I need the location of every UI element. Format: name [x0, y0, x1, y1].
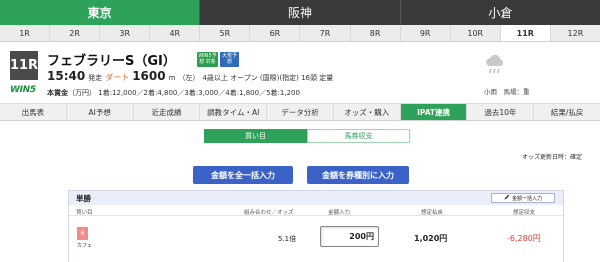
tab-data-analysis[interactable]: データ分析 — [267, 104, 334, 120]
pencil-icon — [504, 194, 510, 202]
table-row: 6 カフェ 5.1倍 200 円 1,020円 -6,280円 — [69, 216, 563, 262]
race-header: 11R WIN5 フェブラリーS（GⅠ） WIN5予想 対象 大荒予想 15:4… — [0, 42, 600, 104]
post-time-suffix: 発走 — [88, 74, 103, 82]
expected-payout: 1,020円 — [414, 234, 448, 243]
race-distance: 1600 — [132, 69, 166, 83]
distance-unit: m — [168, 74, 176, 82]
prize-values: 1着:12,000／2着:4,800／3着:3,000／4着:1,800／5着:… — [98, 89, 300, 97]
bet-odds: 5.1倍 — [278, 235, 297, 243]
race-tab-10[interactable]: 10R — [451, 25, 501, 41]
panel-bulk-input-button[interactable]: 金額一括入力 — [491, 193, 555, 203]
tab-entries[interactable]: 出馬表 — [0, 104, 67, 120]
win5-prediction-badge[interactable]: WIN5予想 対象 — [197, 52, 218, 67]
bet-table-header: 買い目 組み合わせ／オッズ 金額入力 想定払戻 想定収支 — [69, 205, 563, 216]
tab-odds-purchase[interactable]: オッズ・購入 — [334, 104, 401, 120]
expected-balance: -6,280円 — [507, 234, 541, 243]
amount-by-type-button[interactable]: 金額を券種別に入力 — [307, 166, 409, 184]
amount-value: 200 — [349, 232, 366, 241]
content-tabs: 出馬表 AI予想 近走成績 調教タイム・AI データ分析 オッズ・購入 IPAT… — [0, 104, 600, 121]
prize-money-line: 本賞金（万円） 1着:12,000／2着:4,800／3着:3,000／4着:1… — [47, 88, 300, 98]
track-surface: ダート — [105, 73, 130, 82]
race-tab-12[interactable]: 12R — [551, 25, 600, 41]
race-tab-5[interactable]: 5R — [200, 25, 251, 41]
horse-number-badge: 6 — [77, 227, 88, 240]
race-tab-2[interactable]: 2R — [50, 25, 101, 41]
venue-tab-tokyo[interactable]: 東京 — [0, 0, 201, 25]
race-tab-4[interactable]: 4R — [150, 25, 201, 41]
tab-training-time[interactable]: 調教タイム・AI — [200, 104, 268, 120]
race-tab-11[interactable]: 11R — [500, 25, 551, 41]
view-toggle: 買い目 馬券収支 — [0, 129, 600, 143]
bet-type-header: 単勝 金額一括入力 — [69, 191, 563, 205]
race-number-tabs: 1R 2R 3R 4R 5R 6R 7R 8R 9R 10R 11R 12R — [0, 25, 600, 42]
venue-tabs: 東京 阪神 小倉 — [0, 0, 600, 25]
cloud-rain-icon — [484, 52, 506, 84]
col-payout: 想定払戻 — [421, 210, 444, 216]
bet-type-title: 単勝 — [76, 193, 91, 203]
tab-results-payout[interactable]: 結果/払戻 — [534, 104, 600, 120]
amount-unit: 円 — [366, 232, 374, 241]
race-tab-7[interactable]: 7R — [300, 25, 351, 41]
weather-track-condition: 小雨 馬場：重 — [484, 88, 530, 96]
upset-prediction-badge[interactable]: 大荒予想 — [220, 52, 239, 67]
race-tab-3[interactable]: 3R — [100, 25, 151, 41]
race-conditions: 4歳以上 オープン (国際)(指定) 16頭 定量 — [202, 74, 334, 82]
toggle-buy-picks[interactable]: 買い目 — [204, 129, 307, 143]
race-tab-9[interactable]: 9R — [401, 25, 451, 41]
panel-bulk-input-label: 金額一括入力 — [511, 195, 542, 202]
odds-updated-text: オッズ更新日時：確定 — [521, 154, 582, 161]
bet-panel-win: 単勝 金額一括入力 買い目 組み合わせ／オッズ 金額入力 想定払戻 想定収支 6… — [68, 190, 564, 262]
tab-recent-results[interactable]: 近走成績 — [134, 104, 201, 120]
race-title: フェブラリーS（GⅠ） — [47, 54, 176, 69]
race-tab-6[interactable]: 6R — [250, 25, 301, 41]
venue-tab-hanshin[interactable]: 阪神 — [200, 0, 401, 25]
col-balance: 想定収支 — [513, 210, 536, 216]
horse-name: カフェ — [77, 243, 93, 249]
race-info-line: 15:40 発走 ダート 1600 m （左） 4歳以上 オープン (国際)(指… — [47, 69, 333, 83]
win5-logo: WIN5 — [10, 85, 36, 95]
course-direction: （左） — [178, 74, 200, 82]
col-combo-odds: 組み合わせ／オッズ — [244, 210, 294, 216]
toggle-bet-history[interactable]: 馬券収支 — [307, 129, 410, 143]
amount-input[interactable]: 200 円 — [320, 226, 379, 247]
prize-unit: （万円） — [68, 89, 96, 97]
race-number-badge: 11R — [10, 51, 38, 80]
race-tab-8[interactable]: 8R — [351, 25, 401, 41]
col-amount: 金額入力 — [328, 210, 351, 216]
col-picks: 買い目 — [76, 210, 93, 216]
tab-ipat[interactable]: IPAT連携 — [400, 104, 468, 120]
prize-label: 本賞金 — [47, 89, 68, 97]
post-time: 15:40 — [47, 69, 86, 83]
tab-ai-prediction[interactable]: AI予想 — [67, 104, 134, 120]
venue-tab-kokura[interactable]: 小倉 — [400, 0, 600, 25]
bulk-amount-button[interactable]: 金額を全一括入力 — [193, 166, 293, 184]
race-tab-1[interactable]: 1R — [0, 25, 51, 41]
tab-past-10-years[interactable]: 過去10年 — [467, 104, 535, 120]
